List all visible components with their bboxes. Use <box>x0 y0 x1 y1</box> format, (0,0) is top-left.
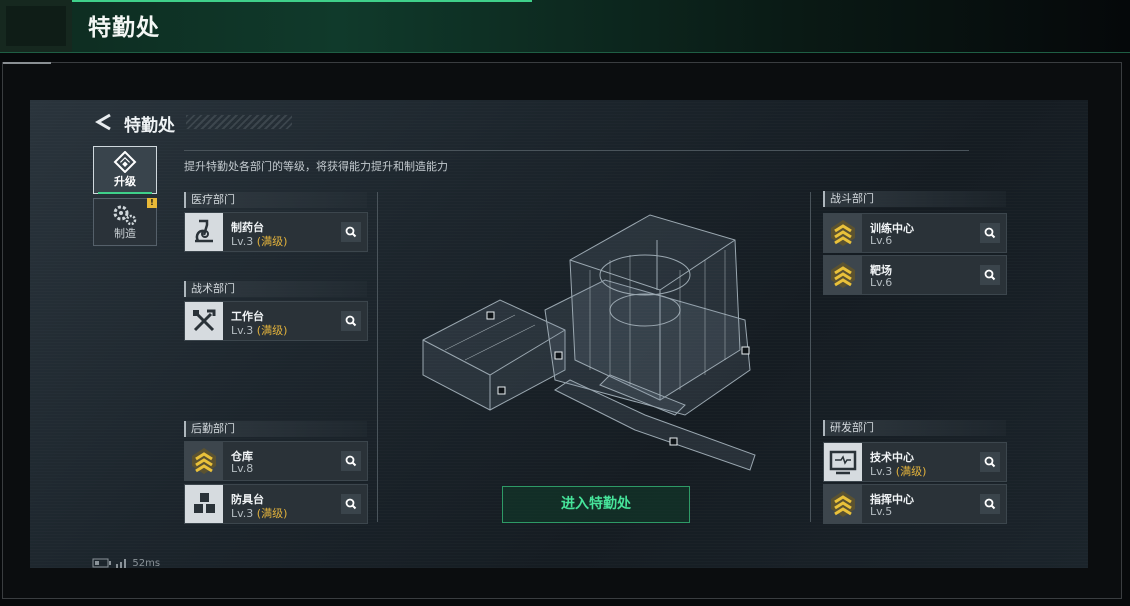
active-tab-indicator <box>98 192 152 194</box>
rank-chevron-icon <box>824 256 862 294</box>
facility-card-pharmacy[interactable]: 制药台 Lv.3 (满级) <box>184 212 368 252</box>
facility-level: Lv.3 (满级) <box>231 235 288 248</box>
facility-card-tech-center[interactable]: 技术中心 Lv.3 (满级) <box>823 442 1007 482</box>
top-bar: 特勤处 <box>0 0 1130 53</box>
search-icon <box>345 226 357 238</box>
page-description: 提升特勤处各部门的等级，将获得能力提升和制造能力 <box>184 160 448 173</box>
dept-title-logistics: 后勤部门 <box>184 421 367 437</box>
page-title: 特勤处 <box>124 116 175 136</box>
top-bar-glow <box>72 0 532 2</box>
title-hatch-decoration <box>186 115 292 129</box>
facility-level: Lv.6 <box>870 234 893 247</box>
inspect-button[interactable] <box>341 311 361 331</box>
facility-card-armor-bench[interactable]: 防具台 Lv.3 (满级) <box>184 484 368 524</box>
facility-card-training-center[interactable]: 训练中心 Lv.6 <box>823 213 1007 253</box>
rank-chevron-icon <box>824 485 862 523</box>
ping-value: 52ms <box>132 558 161 569</box>
facility-blueprint-illustration <box>422 214 756 471</box>
search-icon <box>345 315 357 327</box>
tab-upgrade[interactable]: 升级 <box>93 146 157 194</box>
right-guide-line <box>810 192 811 522</box>
tab-upgrade-label: 升级 <box>114 175 136 188</box>
facility-level: Lv.6 <box>870 276 893 289</box>
search-icon <box>345 498 357 510</box>
facility-card-shooting-range[interactable]: 靶场 Lv.6 <box>823 255 1007 295</box>
dept-title-tactical: 战术部门 <box>184 281 367 297</box>
left-guide-line <box>377 192 378 522</box>
inspect-button[interactable] <box>980 265 1000 285</box>
facility-level: Lv.3 (满级) <box>231 324 288 337</box>
facility-level: Lv.3 (满级) <box>231 507 288 520</box>
inspect-button[interactable] <box>980 452 1000 472</box>
gears-icon <box>113 205 137 226</box>
dept-title-medical: 医疗部门 <box>184 192 367 208</box>
search-icon <box>984 456 996 468</box>
facility-card-workbench[interactable]: 工作台 Lv.3 (满级) <box>184 301 368 341</box>
status-bar: 52ms <box>92 558 160 569</box>
facility-level: Lv.3 (满级) <box>870 465 927 478</box>
inspect-button[interactable] <box>341 222 361 242</box>
window-title: 特勤处 <box>88 15 160 41</box>
monitor-icon <box>824 443 862 481</box>
facility-card-command-center[interactable]: 指挥中心 Lv.5 <box>823 484 1007 524</box>
dept-title-research: 研发部门 <box>823 420 1006 436</box>
cubes-icon <box>185 485 223 523</box>
back-arrow-icon[interactable] <box>94 113 114 131</box>
header-divider <box>184 150 969 151</box>
search-icon <box>984 269 996 281</box>
inspect-button[interactable] <box>341 494 361 514</box>
facility-level: Lv.5 <box>870 505 893 518</box>
tab-craft-label: 制造 <box>114 227 136 240</box>
search-icon <box>984 227 996 239</box>
inspect-button[interactable] <box>341 451 361 471</box>
battery-icon <box>92 558 111 568</box>
inspect-button[interactable] <box>980 223 1000 243</box>
search-icon <box>345 455 357 467</box>
facility-card-warehouse[interactable]: 仓库 Lv.8 <box>184 441 368 481</box>
facility-level: Lv.8 <box>231 462 254 475</box>
rank-chevron-icon <box>185 442 223 480</box>
dept-title-combat: 战斗部门 <box>823 191 1006 207</box>
craft-notification-badge: ! <box>147 198 157 208</box>
tools-icon <box>185 302 223 340</box>
tab-craft[interactable]: ! 制造 <box>93 198 157 246</box>
search-icon <box>984 498 996 510</box>
rank-chevron-icon <box>824 214 862 252</box>
inspect-button[interactable] <box>980 494 1000 514</box>
upgrade-icon <box>113 151 137 173</box>
top-bar-accent <box>0 0 72 52</box>
microscope-icon <box>185 213 223 251</box>
signal-icon <box>116 559 127 568</box>
enter-facility-button[interactable]: 进入特勤处 <box>502 486 690 523</box>
